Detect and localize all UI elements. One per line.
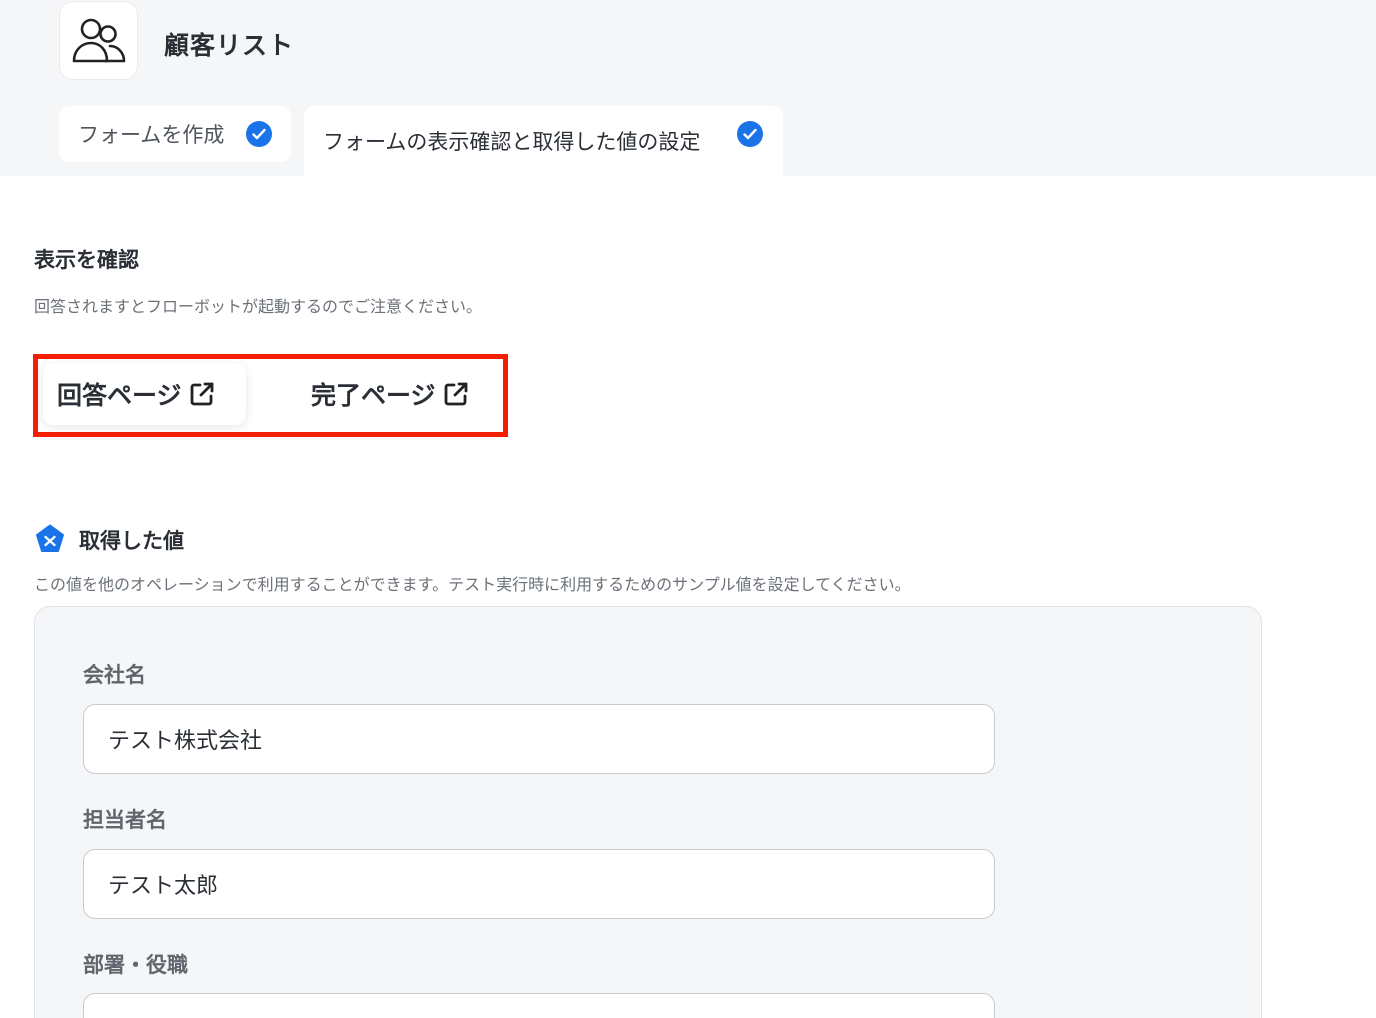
answer-page-button[interactable]: 回答ページ [43, 363, 246, 425]
company-name-input[interactable] [83, 704, 995, 774]
header: 顧客リスト フォームを作成 フォームの表示確認と取得した値の設定 [0, 0, 1376, 176]
variable-icon [36, 524, 64, 552]
tab-label: フォームの表示確認と取得した値の設定 [323, 130, 701, 154]
app-title: 顧客リスト [164, 31, 295, 60]
complete-page-button[interactable]: 完了ページ [288, 363, 500, 425]
contact-name-input[interactable] [83, 849, 995, 919]
section-title-acquired-values: 取得した値 [79, 529, 184, 553]
field-label-contact: 担当者名 [83, 808, 167, 832]
app-icon [59, 1, 138, 80]
section-description: 回答されますとフローボットが起動するのでご注意ください。 [34, 297, 483, 316]
section-description: この値を他のオペレーションで利用することができます。テスト実行時に利用するための… [34, 575, 911, 594]
check-icon [737, 121, 763, 147]
field-label-department: 部署・役職 [83, 953, 188, 977]
complete-page-label: 完了ページ [311, 381, 436, 410]
check-icon [246, 121, 272, 147]
field-label-company: 会社名 [83, 663, 146, 687]
external-link-icon [444, 382, 467, 406]
section-title-display-check: 表示を確認 [34, 248, 139, 272]
tab-label: フォームを作成 [78, 123, 225, 147]
values-panel [34, 606, 1262, 1018]
answer-page-label: 回答ページ [57, 381, 182, 410]
department-title-input[interactable] [83, 993, 995, 1018]
users-icon [72, 18, 125, 62]
tab-display-check[interactable]: フォームの表示確認と取得した値の設定 [304, 106, 783, 176]
tab-create-form[interactable]: フォームを作成 [59, 106, 291, 162]
external-link-icon [190, 382, 213, 406]
